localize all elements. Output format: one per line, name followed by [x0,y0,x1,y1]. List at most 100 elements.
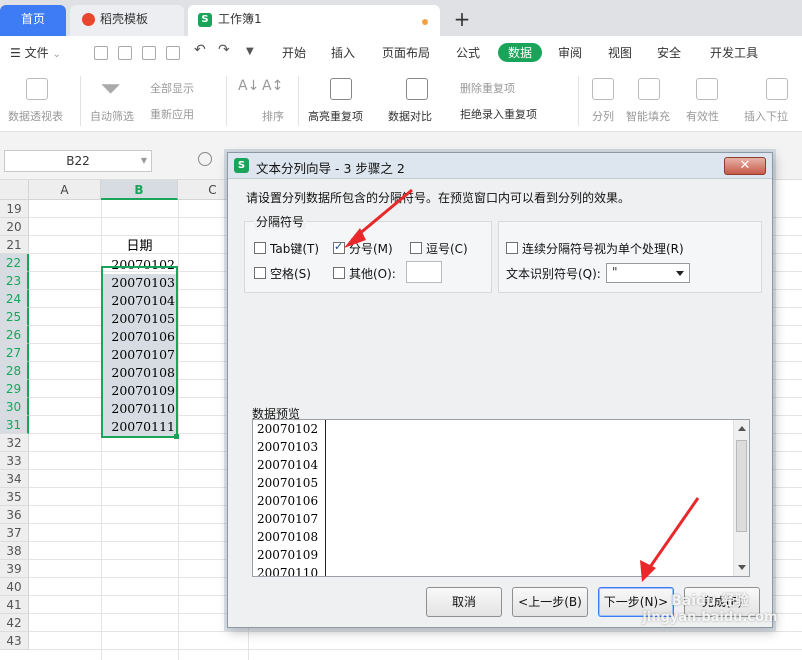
row-header[interactable]: 30 [0,398,29,416]
cell-b26[interactable]: 20070106 [101,328,178,346]
row-header[interactable]: 25 [0,308,29,326]
autofilter-button[interactable]: 自动筛选 [90,108,134,124]
cell-b30[interactable]: 20070110 [101,400,178,418]
reapply-button[interactable]: 重新应用 [150,106,194,122]
redo-icon[interactable]: ↷ [218,42,230,58]
row-header[interactable]: 26 [0,326,29,344]
smart-fill-button[interactable]: 智能填充 [626,108,670,124]
tab-home[interactable]: 首页 [0,5,66,36]
menu-start[interactable]: 开始 [282,44,306,61]
row-header[interactable]: 39 [0,560,29,578]
row-header[interactable]: 31 [0,416,29,434]
menu-page-layout[interactable]: 页面布局 [382,44,430,61]
split-columns-button[interactable]: 分列 [592,108,614,124]
menu-security[interactable]: 安全 [657,44,681,61]
row-header[interactable]: 27 [0,344,29,362]
pivot-table-button[interactable]: 数据透视表 [8,108,63,124]
row-header[interactable]: 35 [0,488,29,506]
consecutive-delimiters-checkbox[interactable] [506,242,518,254]
name-box[interactable]: B22 ▼ [4,150,152,172]
row-header[interactable]: 24 [0,290,29,308]
remove-duplicates-button[interactable]: 删除重复项 [460,80,515,96]
row-header[interactable]: 33 [0,452,29,470]
back-button[interactable]: <上一步(B) [512,587,588,617]
text-qualifier-select[interactable]: " [606,263,690,283]
validity-button[interactable]: 有效性 [686,108,719,124]
scroll-down-icon[interactable] [738,565,746,570]
other-checkbox[interactable] [333,267,345,279]
menu-review[interactable]: 审阅 [558,44,582,61]
space-checkbox[interactable] [254,267,266,279]
tab-workbook[interactable]: S 工作簿1 [188,5,440,36]
print-icon[interactable] [142,46,156,60]
preview-row: 20070102 [257,422,319,436]
tab-checkbox[interactable] [254,242,266,254]
menu-view[interactable]: 视图 [608,44,632,61]
menu-developer[interactable]: 开发工具 [710,44,758,61]
row-header[interactable]: 40 [0,578,29,596]
menu-formula[interactable]: 公式 [456,44,480,61]
row-header[interactable]: 41 [0,596,29,614]
row-header[interactable]: 42 [0,614,29,632]
cell-b29[interactable]: 20070109 [101,382,178,400]
cell-b31[interactable]: 20070111 [101,418,178,436]
data-compare-button[interactable]: 数据对比 [388,108,432,124]
column-header-b[interactable]: B [101,180,178,200]
preview-scrollbar[interactable] [733,420,749,576]
reject-duplicates-button[interactable]: 拒绝录入重复项 [460,106,537,122]
row-header[interactable]: 37 [0,524,29,542]
gridline [29,649,802,650]
spreadsheet-icon: S [198,13,212,27]
new-tab-plus-icon[interactable]: + [452,5,472,33]
fill-handle[interactable] [174,434,179,439]
cell-b27[interactable]: 20070107 [101,346,178,364]
zoom-icon[interactable] [198,152,212,166]
row-header[interactable]: 28 [0,362,29,380]
close-button[interactable]: ✕ [724,157,766,175]
show-all-button[interactable]: 全部显示 [150,80,194,96]
cell-b23[interactable]: 20070103 [101,274,178,292]
file-menu[interactable]: ☰ 文件 ⌄ [10,44,61,61]
row-header[interactable]: 36 [0,506,29,524]
comma-checkbox[interactable] [410,242,422,254]
select-all-corner[interactable] [0,180,29,200]
data-preview[interactable]: 20070102 20070103 20070104 20070105 20070106… [252,419,750,577]
quick-access-dropdown-icon[interactable]: ▼ [246,46,254,57]
row-header[interactable]: 29 [0,380,29,398]
cell-b21[interactable]: 日期 [101,238,178,256]
row-header[interactable]: 43 [0,632,29,650]
other-delimiter-input[interactable] [406,261,442,283]
row-header[interactable]: 20 [0,218,29,236]
scroll-thumb[interactable] [736,440,747,532]
print-preview-icon[interactable] [166,46,180,60]
cell-b25[interactable]: 20070105 [101,310,178,328]
row-header[interactable]: 34 [0,470,29,488]
cell-b24[interactable]: 20070104 [101,292,178,310]
menu-bar: ☰ 文件 ⌄ ↶ ↷ ▼ 开始 插入 页面布局 公式 数据 审阅 视图 安全 开… [0,36,802,70]
row-header[interactable]: 19 [0,200,29,218]
data-compare-icon [406,78,428,100]
column-header-a[interactable]: A [29,180,101,200]
tab-template[interactable]: 稻壳模板 [70,5,184,36]
row-header[interactable]: 32 [0,434,29,452]
save-icon[interactable] [94,46,108,60]
row-header[interactable]: 21 [0,236,29,254]
preview-row: 20070108 [257,530,319,544]
cell-b28[interactable]: 20070108 [101,364,178,382]
highlight-duplicates-button[interactable]: 高亮重复项 [308,108,363,124]
cancel-button[interactable]: 取消 [426,587,502,617]
preview-row: 20070105 [257,476,319,490]
scroll-up-icon[interactable] [738,426,746,431]
insert-dropdown-button[interactable]: 插入下拉 [744,108,788,124]
dialog-title-bar[interactable]: S 文本分列向导 - 3 步骤之 2 ✕ [228,153,772,179]
cell-b22[interactable]: 20070102 [101,256,178,274]
semicolon-checkbox[interactable] [333,240,345,254]
row-header[interactable]: 23 [0,272,29,290]
menu-data[interactable]: 数据 [498,43,543,62]
sort-button[interactable]: 排序 [262,108,284,124]
undo-icon[interactable]: ↶ [194,42,206,58]
output-icon[interactable] [118,46,132,60]
row-header[interactable]: 38 [0,542,29,560]
row-header[interactable]: 22 [0,254,29,272]
menu-insert[interactable]: 插入 [331,44,355,61]
